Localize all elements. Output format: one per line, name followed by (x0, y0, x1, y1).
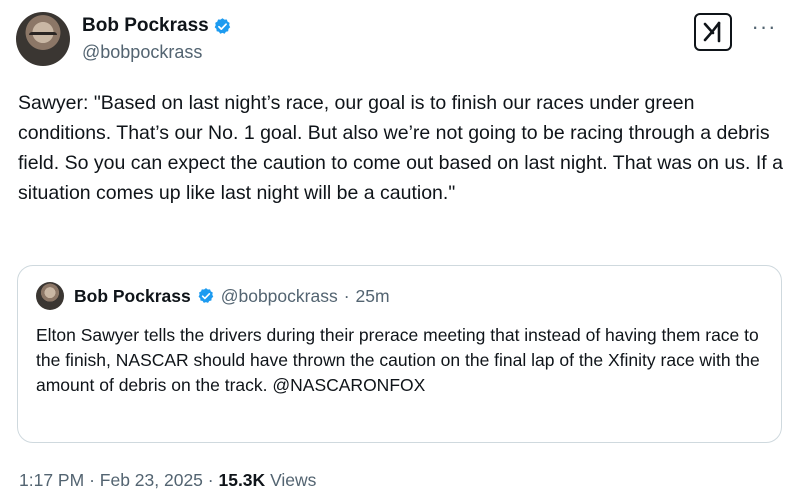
views-label: Views (270, 470, 317, 490)
grok-icon (703, 21, 721, 43)
post-time[interactable]: 1:17 PM (19, 470, 84, 490)
tweet-meta: 1:17 PM · Feb 23, 2025 · 15.3K Views (19, 470, 316, 491)
tweet-header: Bob Pockrass @bobpockrass ··· (16, 10, 784, 70)
quoted-separator: · (343, 285, 350, 306)
user-block: Bob Pockrass @bobpockrass (82, 14, 232, 64)
verified-badge-icon (198, 288, 213, 303)
tweet-text: Sawyer: "Based on last night’s race, our… (18, 92, 783, 204)
quoted-tweet[interactable]: Bob Pockrass @bobpockrass · 25m Elton Sa… (17, 265, 782, 443)
quoted-timestamp: 25m (355, 285, 390, 306)
quoted-tweet-header: Bob Pockrass @bobpockrass · 25m (36, 282, 390, 310)
meta-separator: · (207, 470, 214, 490)
verified-badge-icon (214, 17, 230, 34)
avatar[interactable] (16, 12, 70, 66)
meta-separator: · (89, 470, 95, 490)
author-handle[interactable]: @bobpockrass (82, 40, 232, 64)
more-icon[interactable]: ··· (748, 16, 780, 44)
quoted-handle: @bobpockrass (220, 285, 338, 306)
quoted-tweet-text: Elton Sawyer tells the drivers during th… (36, 325, 760, 395)
name-row: Bob Pockrass (82, 14, 232, 38)
post-date[interactable]: Feb 23, 2025 (100, 470, 203, 490)
grok-button[interactable] (694, 13, 732, 51)
author-display-name[interactable]: Bob Pockrass (82, 14, 209, 38)
quoted-display-name: Bob Pockrass (74, 285, 191, 306)
quoted-avatar (36, 282, 64, 310)
views-count: 15.3K (218, 470, 266, 490)
